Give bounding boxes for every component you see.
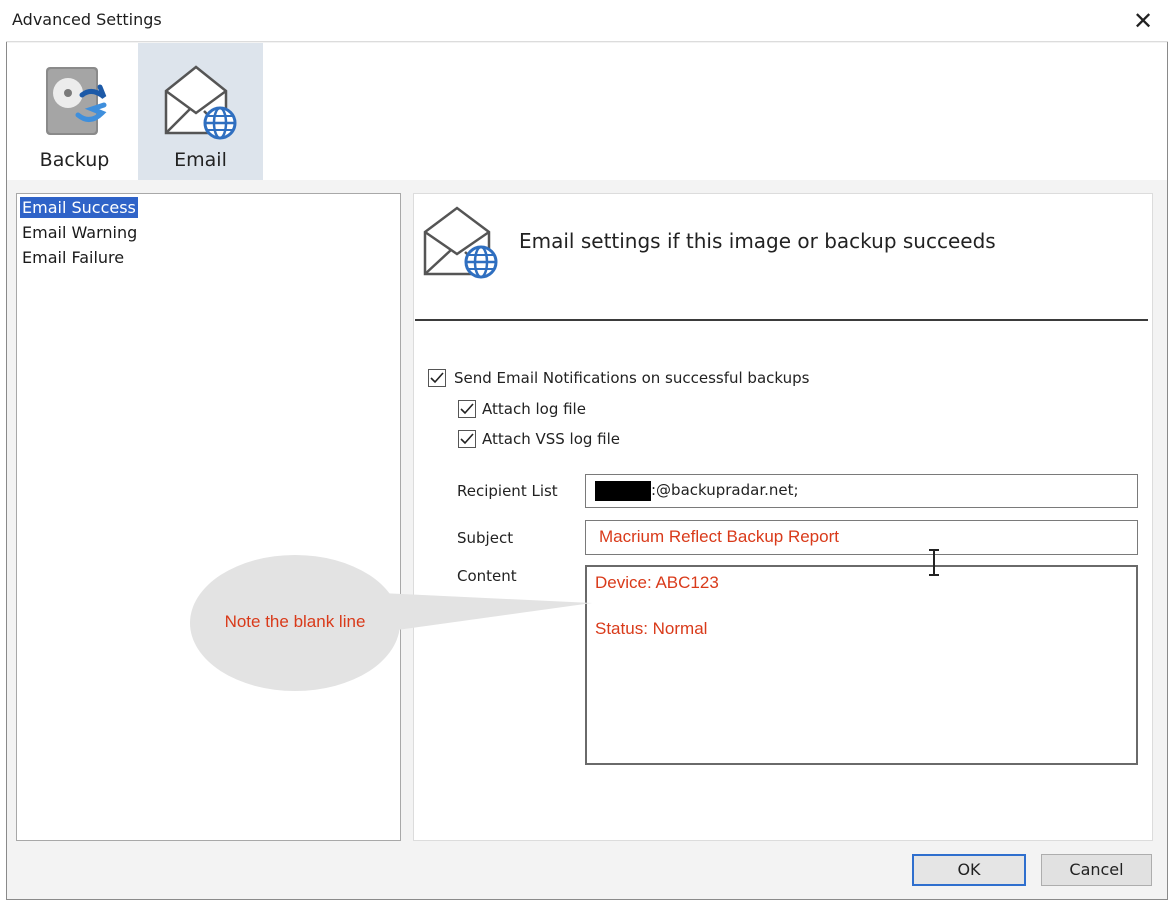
callout-text: Note the blank line bbox=[224, 612, 366, 631]
content-textarea[interactable]: Device: ABC123 Status: Normal bbox=[585, 565, 1138, 765]
attach-vss-checkbox[interactable] bbox=[458, 430, 476, 448]
email-globe-icon bbox=[423, 206, 498, 279]
toolbar-item-backup[interactable]: Backup bbox=[12, 43, 137, 180]
checkmark-icon bbox=[460, 433, 474, 445]
divider bbox=[415, 319, 1148, 321]
cancel-button[interactable]: Cancel bbox=[1041, 854, 1152, 886]
backup-disk-icon bbox=[46, 67, 107, 135]
email-type-list bbox=[16, 193, 401, 841]
send-notifications-label: Send Email Notifications on successful b… bbox=[454, 369, 810, 387]
email-globe-icon bbox=[164, 65, 237, 140]
send-notifications-checkbox[interactable] bbox=[428, 369, 446, 387]
close-icon[interactable]: ✕ bbox=[1128, 6, 1158, 36]
redacted-block bbox=[595, 481, 651, 501]
content-label: Content bbox=[457, 567, 517, 585]
attach-vss-label: Attach VSS log file bbox=[482, 430, 621, 448]
recipient-list-label: Recipient List bbox=[457, 482, 558, 500]
list-item-email-failure[interactable]: Email Failure bbox=[20, 247, 126, 268]
recipient-list-input[interactable]: :@backupradar.net; bbox=[585, 474, 1138, 508]
attach-log-label: Attach log file bbox=[482, 400, 586, 418]
panel-header: Email settings if this image or backup s… bbox=[519, 229, 996, 253]
toolbar-item-email[interactable]: Email bbox=[138, 43, 263, 180]
list-item-email-success[interactable]: Email Success bbox=[20, 197, 138, 218]
subject-label: Subject bbox=[457, 529, 514, 547]
title-bar bbox=[6, 2, 1168, 42]
text-cursor-icon bbox=[929, 549, 939, 576]
checkmark-icon bbox=[430, 372, 444, 384]
subject-value: Macrium Reflect Backup Report bbox=[599, 527, 839, 546]
subject-input[interactable]: Macrium Reflect Backup Report bbox=[585, 520, 1138, 555]
toolbar-item-label: Email bbox=[174, 149, 227, 171]
list-item-email-warning[interactable]: Email Warning bbox=[20, 222, 139, 243]
checkmark-icon bbox=[460, 403, 474, 415]
content-line-device: Device: ABC123 bbox=[595, 573, 719, 592]
window-title: Advanced Settings bbox=[12, 10, 162, 29]
ok-button[interactable]: OK bbox=[912, 854, 1026, 886]
recipient-list-value: :@backupradar.net; bbox=[651, 481, 799, 499]
attach-log-checkbox[interactable] bbox=[458, 400, 476, 418]
content-line-status: Status: Normal bbox=[595, 619, 708, 638]
toolbar-item-label: Backup bbox=[39, 149, 110, 171]
